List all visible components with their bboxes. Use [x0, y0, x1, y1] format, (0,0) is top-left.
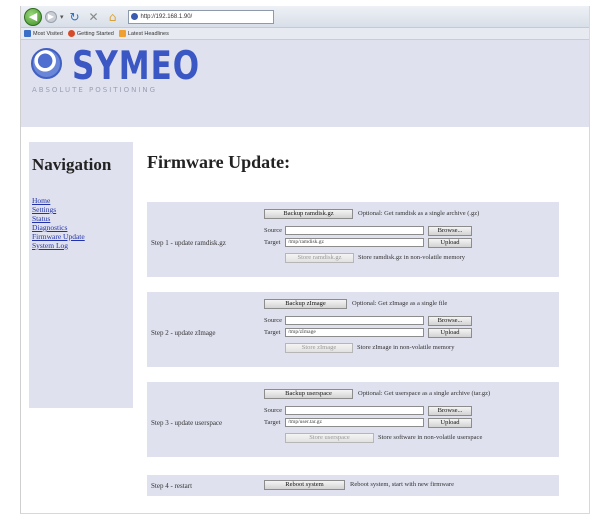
- browse-button[interactable]: Browse...: [428, 316, 472, 326]
- store-ramdisk-button[interactable]: Store ramdisk.gz: [285, 253, 354, 263]
- bookmark-getting-started[interactable]: Getting Started: [67, 30, 114, 37]
- reboot-system-button[interactable]: Reboot system: [264, 480, 345, 490]
- store-note: Store software in non-volatile userspace: [378, 434, 483, 441]
- store-note: Store zImage in non-volatile memory: [357, 344, 455, 351]
- step-label: Step 2 - update zImage: [151, 329, 216, 337]
- address-bar[interactable]: http://192.168.1.90/: [127, 9, 274, 24]
- step-label: Step 4 - restart: [151, 482, 193, 490]
- step-label: Step 1 - update ramdisk.gz: [151, 239, 226, 247]
- upload-button[interactable]: Upload: [428, 238, 472, 248]
- browser-toolbar: ◀ ▶ ▾ ↻ ✕ ⌂ http://192.168.1.90/: [21, 6, 589, 28]
- store-note: Store ramdisk.gz in non-volatile memory: [358, 254, 466, 261]
- back-arrow-icon[interactable]: ◀: [24, 7, 42, 26]
- nav-link-system-log[interactable]: System Log: [32, 241, 133, 250]
- reboot-note: Reboot system, start with new firmware: [350, 481, 454, 488]
- step-panel-userspace: Step 3 - update userspace Backup userspa…: [147, 382, 559, 457]
- backup-note: Optional: Get zImage as a single file: [352, 300, 448, 307]
- source-label: Source: [264, 407, 283, 414]
- backup-userspace-button[interactable]: Backup userspace: [264, 389, 353, 399]
- browse-button[interactable]: Browse...: [428, 406, 472, 416]
- store-userspace-button[interactable]: Store userspace: [285, 433, 374, 443]
- target-label: Target: [264, 239, 281, 246]
- page-title: Firmware Update:: [147, 152, 291, 172]
- step-label: Step 3 - update userspace: [151, 419, 223, 427]
- reload-icon[interactable]: ↻: [67, 10, 83, 24]
- site-favicon-icon: [130, 13, 138, 20]
- target-label: Target: [264, 329, 281, 336]
- bookmarks-toolbar: Most Visited Getting Started Latest Head…: [21, 28, 589, 40]
- target-label: Target: [264, 419, 281, 426]
- rss-feed-icon: [118, 30, 126, 37]
- address-bar-url: http://192.168.1.90/: [140, 13, 193, 20]
- forward-arrow-icon[interactable]: ▶: [45, 10, 57, 23]
- nav-link-home[interactable]: Home: [32, 196, 133, 205]
- navigation-sidebar: Navigation Home Settings Status Diagnost…: [29, 142, 133, 408]
- stop-icon[interactable]: ✕: [86, 10, 102, 24]
- logo-wordmark: SYMEO: [72, 44, 201, 89]
- target-path-input[interactable]: /tmp/zImage: [285, 328, 424, 337]
- bookmark-most-visited[interactable]: Most Visited: [24, 30, 63, 37]
- bookmark-label: Latest Headlines: [127, 30, 169, 37]
- nav-link-status[interactable]: Status: [32, 214, 133, 223]
- nav-list: Home Settings Status Diagnostics Firmwar…: [32, 196, 133, 250]
- main-content: Firmware Update:: [147, 152, 567, 194]
- source-file-input[interactable]: [285, 226, 424, 235]
- step-panel-restart: Step 4 - restart Reboot system Reboot sy…: [147, 475, 559, 496]
- firefox-icon: [67, 30, 75, 37]
- bookmark-latest-headlines[interactable]: Latest Headlines: [118, 30, 169, 37]
- backup-note: Optional: Get ramdisk as a single archiv…: [358, 210, 480, 217]
- home-icon[interactable]: ⌂: [105, 10, 121, 24]
- nav-link-settings[interactable]: Settings: [32, 205, 133, 214]
- history-dropdown-icon[interactable]: ▾: [60, 13, 64, 21]
- target-path-input[interactable]: /tmp/user.tar.gz: [285, 418, 424, 427]
- browser-window: ◀ ▶ ▾ ↻ ✕ ⌂ http://192.168.1.90/ Most Vi…: [20, 6, 590, 514]
- backup-note: Optional: Get userspace as a single arch…: [358, 390, 491, 397]
- source-file-input[interactable]: [285, 406, 424, 415]
- sidebar-title: Navigation: [32, 155, 112, 174]
- bookmark-label: Getting Started: [76, 30, 114, 37]
- backup-zimage-button[interactable]: Backup zImage: [264, 299, 347, 309]
- source-label: Source: [264, 317, 283, 324]
- nav-link-diagnostics[interactable]: Diagnostics: [32, 223, 133, 232]
- page-header: SYMEO ABSOLUTE POSITIONING: [21, 40, 589, 127]
- browse-button[interactable]: Browse...: [428, 226, 472, 236]
- upload-button[interactable]: Upload: [428, 418, 472, 428]
- source-file-input[interactable]: [285, 316, 424, 325]
- step-panel-zimage: Step 2 - update zImage Backup zImage Opt…: [147, 292, 559, 367]
- bookmark-folder-icon: [24, 30, 31, 37]
- nav-link-firmware-update[interactable]: Firmware Update: [32, 232, 133, 241]
- store-zimage-button[interactable]: Store zImage: [285, 343, 353, 353]
- target-path-input[interactable]: /tmp/ramdisk.gz: [285, 238, 424, 247]
- backup-ramdisk-button[interactable]: Backup ramdisk.gz: [264, 209, 353, 219]
- source-label: Source: [264, 227, 283, 234]
- upload-button[interactable]: Upload: [428, 328, 472, 338]
- logo-tagline: ABSOLUTE POSITIONING: [32, 86, 158, 94]
- step-panel-ramdisk: Step 1 - update ramdisk.gz Backup ramdis…: [147, 202, 559, 277]
- bookmark-label: Most Visited: [33, 30, 63, 37]
- symeo-logo-icon: [31, 48, 62, 79]
